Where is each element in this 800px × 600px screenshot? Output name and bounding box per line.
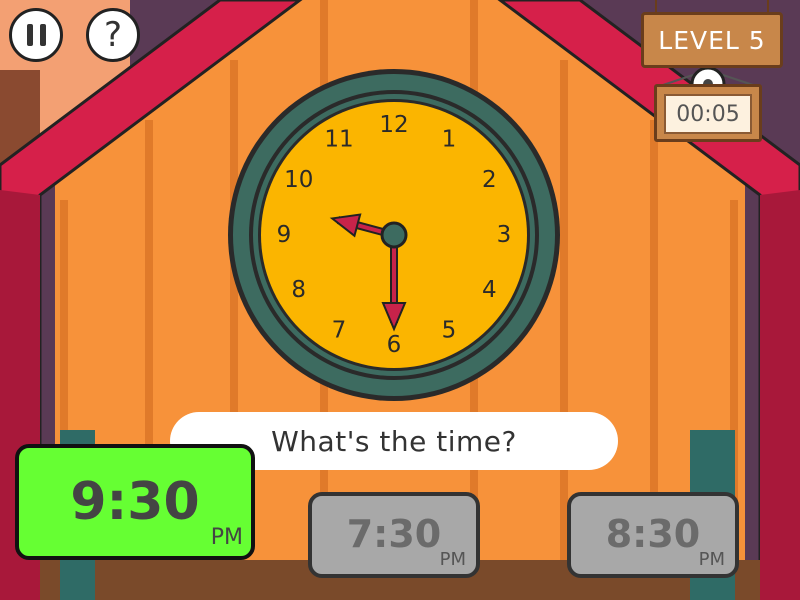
clock-number: 9 <box>277 222 292 248</box>
clock-number: 6 <box>387 332 402 358</box>
question-mark-icon: ? <box>103 15 123 55</box>
clock-number: 3 <box>497 222 512 248</box>
analog-clock: 12 12 3 45 6 78 9 10 11 <box>228 69 560 401</box>
clock-number: 8 <box>291 277 306 303</box>
clock-number: 12 <box>379 112 408 138</box>
answer-option-3[interactable]: 8:30 PM <box>567 492 739 578</box>
level-sign: LEVEL 5 <box>641 12 783 68</box>
clock-number: 10 <box>284 167 313 193</box>
clock-center-hub <box>380 221 408 249</box>
answer-option-1[interactable]: 9:30 PM <box>15 444 255 560</box>
clock-number: 4 <box>482 277 497 303</box>
timer-value: 00:05 <box>676 101 740 127</box>
clock-number: 5 <box>442 317 457 343</box>
pause-button[interactable] <box>9 8 63 62</box>
answer-time: 9:30 <box>70 472 200 532</box>
pause-icon <box>26 24 46 46</box>
clock-number: 1 <box>442 127 457 153</box>
question-text: What's the time? <box>271 424 517 458</box>
answer-option-2[interactable]: 7:30 PM <box>308 492 480 578</box>
help-button[interactable]: ? <box>86 8 140 62</box>
clock-number: 7 <box>332 317 347 343</box>
answer-period: PM <box>439 549 466 570</box>
level-label: LEVEL 5 <box>658 25 766 55</box>
answer-period: PM <box>698 549 725 570</box>
answer-period: PM <box>210 525 243 550</box>
clock-number: 11 <box>324 127 353 153</box>
timer-display: 00:05 <box>664 94 752 134</box>
clock-number: 2 <box>482 167 497 193</box>
timer-sign: 00:05 <box>654 84 762 142</box>
